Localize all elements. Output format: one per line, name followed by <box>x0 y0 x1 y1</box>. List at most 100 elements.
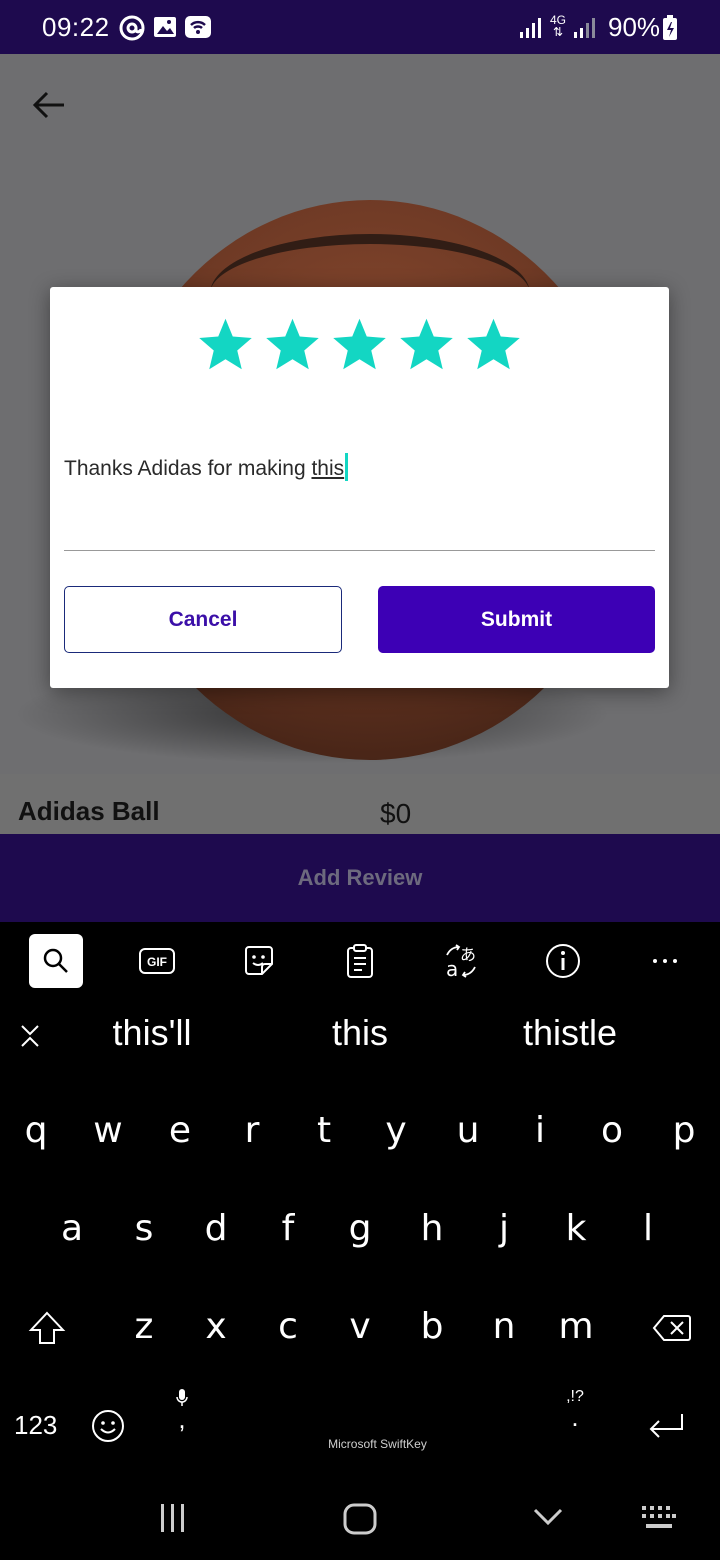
info-icon <box>546 944 580 978</box>
key-w[interactable]: w <box>78 1100 138 1160</box>
submit-label: Submit <box>480 607 553 631</box>
signal-icon-2 <box>572 16 596 45</box>
star-icon[interactable] <box>463 315 524 375</box>
add-review-label: Add Review <box>297 865 423 890</box>
wifi-icon <box>184 14 212 45</box>
key-m[interactable]: m <box>546 1296 606 1356</box>
review-text-prefix: Thanks Adidas for making <box>64 457 312 480</box>
gif-label: GIF <box>147 955 167 969</box>
key-l[interactable]: l <box>618 1198 678 1258</box>
backspace-key[interactable] <box>642 1298 702 1358</box>
cancel-label: Cancel <box>168 607 238 631</box>
cancel-button[interactable]: Cancel <box>64 586 342 653</box>
smiley-icon <box>92 1410 124 1442</box>
key-i[interactable]: i <box>510 1100 570 1160</box>
key-z[interactable]: z <box>114 1296 174 1356</box>
keyboard-toolbar: GIF aあ <box>0 934 720 990</box>
key-g[interactable]: g <box>330 1198 390 1258</box>
key-s[interactable]: s <box>114 1198 174 1258</box>
network-type-label: 4G <box>549 13 566 27</box>
battery-icon <box>662 15 678 46</box>
star-icon[interactable] <box>262 315 323 375</box>
key-b[interactable]: b <box>402 1296 462 1356</box>
key-t[interactable]: t <box>294 1100 354 1160</box>
keyboard: GIF aあ this'll this thistle qwert y u i … <box>0 922 720 1560</box>
add-review-button[interactable]: Add Review <box>0 834 720 922</box>
sticker-button[interactable] <box>232 934 286 988</box>
home-icon[interactable] <box>342 1502 378 1536</box>
suggestion-2[interactable]: this <box>270 1012 450 1054</box>
key-u[interactable]: u <box>438 1100 498 1160</box>
star-icon[interactable] <box>396 315 457 375</box>
recents-icon[interactable] <box>158 1502 188 1534</box>
more-button[interactable] <box>638 934 692 988</box>
key-e[interactable]: e <box>150 1100 210 1160</box>
key-j[interactable]: j <box>474 1198 534 1258</box>
emoji-key[interactable] <box>78 1396 138 1456</box>
clipboard-icon <box>347 944 373 978</box>
collapse-icon[interactable] <box>16 1022 44 1050</box>
arrow-left-icon <box>32 91 64 119</box>
comma-key[interactable]: , <box>170 1388 194 1434</box>
text-caret <box>345 453 349 481</box>
battery-percent: 90% <box>608 12 661 42</box>
back-button[interactable] <box>26 82 72 128</box>
key-a[interactable]: a <box>42 1198 102 1258</box>
key-h[interactable]: h <box>402 1198 462 1258</box>
at-sign-icon <box>118 14 146 47</box>
hide-keyboard-icon[interactable] <box>532 1506 564 1528</box>
keyboard-search-button[interactable] <box>29 934 83 988</box>
svg-text:あ: あ <box>460 945 476 964</box>
translate-button[interactable]: aあ <box>434 934 488 988</box>
key-n[interactable]: n <box>474 1296 534 1356</box>
review-dialog: Thanks Adidas for making this Cancel Sub… <box>50 287 669 688</box>
review-text-current-word: this <box>311 457 345 480</box>
svg-text:a: a <box>446 957 458 979</box>
suggestion-3[interactable]: thistle <box>480 1012 660 1054</box>
enter-key[interactable] <box>636 1396 696 1456</box>
gif-button[interactable]: GIF <box>130 934 184 988</box>
signal-icon <box>518 16 542 45</box>
more-icon <box>653 959 677 963</box>
network-type-icon: 4G ⇅ <box>549 13 566 39</box>
spacebar[interactable]: Microsoft SwiftKey <box>200 1392 550 1472</box>
gif-icon: GIF <box>139 948 175 974</box>
key-p[interactable]: p <box>654 1100 714 1160</box>
star-icon[interactable] <box>195 315 256 375</box>
status-time: 09:22 <box>42 12 110 42</box>
key-o[interactable]: o <box>582 1100 642 1160</box>
shift-icon <box>28 1311 66 1344</box>
translate-icon: aあ <box>446 944 476 979</box>
period-key[interactable]: ,!? . <box>560 1388 590 1432</box>
star-icon[interactable] <box>329 315 390 375</box>
key-f[interactable]: f <box>258 1198 318 1258</box>
info-button[interactable] <box>536 934 590 988</box>
search-icon <box>43 948 68 973</box>
period-label: . <box>571 1402 579 1432</box>
status-bar: 09:22 4G ⇅ 90% <box>0 0 720 54</box>
enter-icon <box>649 1414 683 1438</box>
screen: 09:22 4G ⇅ 90% Adidas Ball $0 Add Review… <box>0 0 720 1560</box>
key-r[interactable]: r <box>222 1100 282 1160</box>
navigation-bar <box>0 1482 720 1560</box>
key-v[interactable]: v <box>330 1296 390 1356</box>
product-name: Adidas Ball <box>18 796 160 826</box>
review-input[interactable]: Thanks Adidas for making this <box>64 447 655 551</box>
shift-key[interactable] <box>17 1298 77 1358</box>
key-c[interactable]: c <box>258 1296 318 1356</box>
submit-button[interactable]: Submit <box>378 586 655 653</box>
keyboard-switch-icon[interactable] <box>640 1504 678 1532</box>
comma-label: , <box>178 1404 186 1434</box>
numbers-key[interactable]: 123 <box>14 1410 57 1441</box>
key-q[interactable]: q <box>6 1100 66 1160</box>
key-x[interactable]: x <box>186 1296 246 1356</box>
key-k[interactable]: k <box>546 1198 606 1258</box>
key-y[interactable]: y <box>366 1100 426 1160</box>
star-rating[interactable] <box>195 315 524 375</box>
suggestion-1[interactable]: this'll <box>62 1012 242 1054</box>
sticker-icon <box>245 946 273 975</box>
product-price: $0 <box>380 798 412 829</box>
key-d[interactable]: d <box>186 1198 246 1258</box>
swiftkey-brand: Microsoft SwiftKey <box>328 1437 427 1451</box>
clipboard-button[interactable] <box>333 934 387 988</box>
